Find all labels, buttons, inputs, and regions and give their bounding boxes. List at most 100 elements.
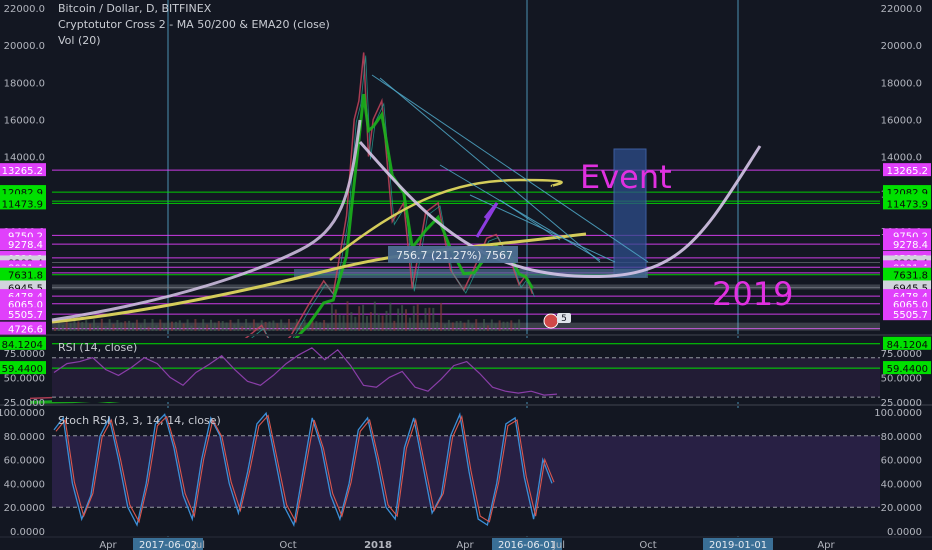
volume-bar xyxy=(401,305,404,331)
volume-bar xyxy=(171,321,173,331)
volume-bar xyxy=(77,321,80,331)
time-label: 2017-06-02 xyxy=(139,540,197,550)
volume-bar xyxy=(210,319,212,331)
volume-bar xyxy=(397,308,400,331)
volume-bar xyxy=(116,319,119,331)
price-tick-right: 20000.0 xyxy=(881,41,922,52)
volume-bar xyxy=(276,323,279,331)
stoch-tick-left: 0.0000 xyxy=(10,527,45,538)
volume-bar xyxy=(408,317,411,331)
rsi-label[interactable]: RSI (14, close) xyxy=(58,341,137,354)
volume-bar xyxy=(61,324,64,331)
volume-bar xyxy=(233,324,236,331)
indicator-label[interactable]: Cryptotutor Cross 2 - MA 50/200 & EMA20 … xyxy=(58,18,330,31)
volume-bar xyxy=(151,319,154,331)
stoch-tick-right: 100.0000 xyxy=(874,408,922,419)
volume-bar xyxy=(108,319,111,331)
badge-count: 5 xyxy=(561,314,567,324)
volume-bar xyxy=(393,320,396,331)
volume-bar xyxy=(104,326,107,331)
volume-bar xyxy=(167,320,170,331)
volume-bar xyxy=(237,319,240,331)
volume-bar xyxy=(424,308,427,331)
volume-label[interactable]: Vol (20) xyxy=(58,34,101,47)
volume-bar xyxy=(174,321,177,331)
rsi-level-right: 59.4400 xyxy=(887,364,928,375)
rsi-level-left: 59.4400 xyxy=(2,364,43,375)
rsi-pane[interactable] xyxy=(52,338,880,402)
level-label-left: 5505.7 xyxy=(8,310,43,321)
price-tick-left: 22000.0 xyxy=(4,4,45,15)
volume-bar xyxy=(128,320,131,331)
year-label: 2019 xyxy=(712,275,793,313)
volume-bar xyxy=(315,321,318,331)
time-label: Apr xyxy=(99,540,117,550)
volume-bar xyxy=(206,324,209,331)
time-label: Jul xyxy=(192,540,205,550)
level-label-left: 4726.6 xyxy=(8,325,43,336)
news-badge xyxy=(543,313,559,329)
price-tick-left: 20000.0 xyxy=(4,41,45,52)
volume-bar xyxy=(479,326,482,331)
volume-bar xyxy=(412,305,415,331)
level-label-left: 7631.8 xyxy=(8,271,43,282)
volume-bar xyxy=(510,320,513,331)
volume-bar xyxy=(420,319,423,331)
volume-bar xyxy=(272,320,275,331)
volume-bar xyxy=(338,314,341,331)
volume-bar xyxy=(377,313,380,331)
volume-bar xyxy=(463,322,466,331)
volume-bar xyxy=(217,320,220,331)
time-label: Apr xyxy=(817,540,835,550)
price-tick-right: 16000.0 xyxy=(881,115,922,126)
volume-bar xyxy=(249,325,251,331)
volume-bar xyxy=(268,321,271,331)
stoch-rsi-pane[interactable] xyxy=(52,408,880,536)
price-tick-left: 18000.0 xyxy=(4,78,45,89)
volume-bar xyxy=(455,321,458,331)
volume-bar xyxy=(147,326,150,331)
level-label-right: 5505.7 xyxy=(893,310,928,321)
time-label: Oct xyxy=(639,540,656,550)
event-label: Event xyxy=(580,158,672,196)
stoch-tick-right: 0.0000 xyxy=(887,527,922,538)
volume-bar xyxy=(416,303,419,331)
volume-bar xyxy=(89,323,92,331)
volume-bar xyxy=(358,306,361,331)
tradingview-chart[interactable]: 22000.020000.018000.016000.014000.012000… xyxy=(0,0,932,550)
volume-bar xyxy=(213,322,216,331)
volume-bar xyxy=(327,324,329,331)
volume-bar xyxy=(471,324,474,331)
rsi-level-right: 84.1204 xyxy=(887,340,928,351)
volume-bar xyxy=(467,319,470,331)
volume-bar xyxy=(428,307,431,331)
volume-bar xyxy=(135,319,138,331)
volume-bar xyxy=(506,321,509,331)
volume-bar xyxy=(182,323,185,331)
volume-bar xyxy=(69,323,72,331)
volume-bar xyxy=(385,310,388,331)
volume-bar xyxy=(498,320,501,331)
volume-bar xyxy=(54,327,56,331)
rsi-band xyxy=(52,357,880,398)
stoch-rsi-label[interactable]: Stoch RSI (3, 3, 14, 14, close) xyxy=(58,414,221,427)
stoch-tick-right: 60.0000 xyxy=(881,456,922,467)
volume-bar xyxy=(381,315,384,331)
stoch-tick-left: 40.0000 xyxy=(4,479,45,490)
volume-bar xyxy=(373,301,376,331)
volume-bar xyxy=(436,322,439,331)
volume-bar xyxy=(252,319,255,331)
volume-bar xyxy=(112,324,115,331)
volume-bar xyxy=(389,302,392,331)
volume-bar xyxy=(350,312,353,331)
time-label: Apr xyxy=(456,540,474,550)
volume-bar xyxy=(202,319,205,331)
stoch-tick-left: 60.0000 xyxy=(4,456,45,467)
volume-bar xyxy=(229,319,232,331)
volume-bar xyxy=(447,319,450,331)
stoch-tick-left: 80.0000 xyxy=(4,432,45,443)
rsi-level-left: 84.1204 xyxy=(2,340,43,351)
volume-bar xyxy=(369,312,372,331)
stoch-tick-left: 20.0000 xyxy=(4,503,45,514)
volume-bar xyxy=(490,319,493,331)
